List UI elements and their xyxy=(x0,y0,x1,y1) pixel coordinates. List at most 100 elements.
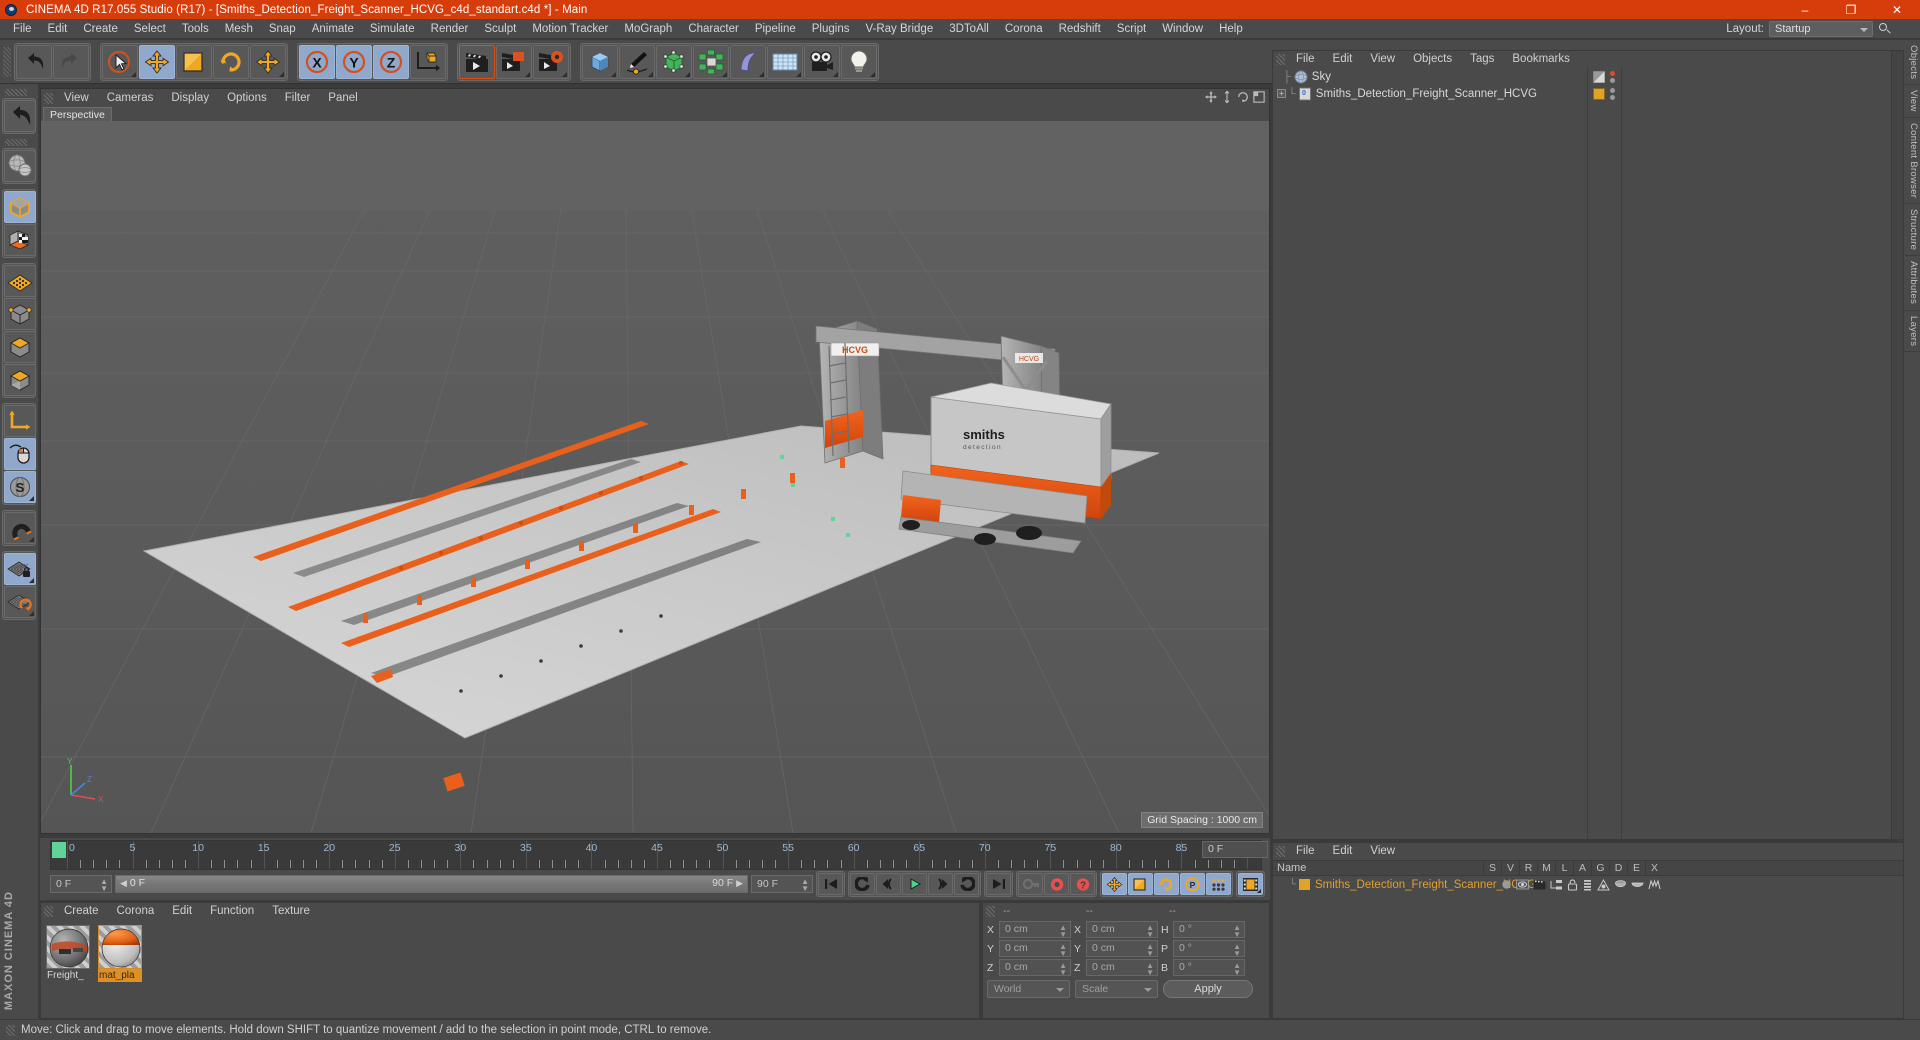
edges-mode-button[interactable] xyxy=(4,298,36,330)
column-header-x[interactable]: X xyxy=(1645,860,1663,876)
menu-motion-tracker[interactable]: Motion Tracker xyxy=(524,19,616,39)
menu-vray-bridge[interactable]: V-Ray Bridge xyxy=(857,19,941,39)
layer-color-swatch[interactable] xyxy=(1299,879,1310,890)
edge-tab-layers[interactable]: Layers xyxy=(1904,311,1920,352)
material-item[interactable]: mat_pla xyxy=(98,925,142,982)
spinner-icon[interactable]: ▲ ▼ xyxy=(1233,924,1241,939)
object-menu-objects[interactable]: Objects xyxy=(1404,51,1461,68)
material-item[interactable]: Freight_ xyxy=(46,925,90,982)
menu-create[interactable]: Create xyxy=(75,19,126,39)
menu-tools[interactable]: Tools xyxy=(174,19,217,39)
menu-3dtoall[interactable]: 3DToAll xyxy=(941,19,997,39)
undo-view-button[interactable] xyxy=(4,100,36,132)
pos-z-field[interactable]: 0 cm ▲ ▼ xyxy=(999,959,1071,977)
lock-y-axis[interactable]: Y xyxy=(336,44,372,79)
menu-help[interactable]: Help xyxy=(1211,19,1251,39)
object-manager-grip[interactable] xyxy=(1276,54,1285,65)
layer-row[interactable]: └ Smiths_Detection_Freight_Scanner_HCVG xyxy=(1273,876,1903,893)
material-menu-corona[interactable]: Corona xyxy=(108,903,164,920)
column-header-m[interactable]: M xyxy=(1537,860,1555,876)
lock-z-axis[interactable]: Z xyxy=(373,44,409,79)
object-visibility-dots[interactable] xyxy=(1610,87,1615,100)
column-header-d[interactable]: D xyxy=(1609,860,1627,876)
menu-pipeline[interactable]: Pipeline xyxy=(747,19,804,39)
column-header-a[interactable]: A xyxy=(1573,860,1591,876)
left-toolbar-grip-2[interactable] xyxy=(5,139,27,146)
spinner-icon[interactable]: ▲ ▼ xyxy=(1059,924,1067,939)
material-menu-create[interactable]: Create xyxy=(55,903,108,920)
left-toolbar-grip-1[interactable] xyxy=(5,89,27,96)
column-header-v[interactable]: V xyxy=(1501,860,1519,876)
render-settings-button[interactable] xyxy=(533,44,569,79)
spinner-icon[interactable]: ▲ ▼ xyxy=(1233,943,1241,958)
material-name[interactable]: Freight_ xyxy=(46,969,90,982)
object-menu-edit[interactable]: Edit xyxy=(1324,51,1362,68)
object-manager-scrollbar[interactable] xyxy=(1891,51,1903,839)
xref-icon[interactable] xyxy=(1648,878,1661,891)
object-menu-tags[interactable]: Tags xyxy=(1461,51,1503,68)
record-active-objects-button[interactable] xyxy=(1044,873,1069,895)
add-light-button[interactable] xyxy=(841,44,877,79)
viewport-canvas[interactable]: HCVG HCVG smiths detection Grid Spacing … xyxy=(41,121,1269,833)
menu-snap[interactable]: Snap xyxy=(261,19,304,39)
layer-color-swatch[interactable] xyxy=(1593,87,1605,100)
material-preview[interactable] xyxy=(46,925,90,969)
expand-toggle-icon[interactable]: + xyxy=(1277,89,1286,98)
menu-character[interactable]: Character xyxy=(680,19,747,39)
enable-axis-modification-button[interactable] xyxy=(4,438,36,470)
material-menu-edit[interactable]: Edit xyxy=(163,903,201,920)
render-view-button[interactable] xyxy=(459,44,495,79)
column-header-g[interactable]: G xyxy=(1591,860,1609,876)
record-scale-button[interactable] xyxy=(1128,873,1153,895)
coord-system-select[interactable]: World xyxy=(987,980,1070,998)
workplane-rotate-button[interactable] xyxy=(4,586,36,618)
toolbar-grip[interactable] xyxy=(3,46,11,77)
viewport-menu-view[interactable]: View xyxy=(55,89,98,107)
points-mode-button[interactable] xyxy=(4,265,36,297)
spinner-icon[interactable]: ▲ ▼ xyxy=(1146,924,1154,939)
add-nurbs-button[interactable] xyxy=(656,44,692,79)
edge-tab-content-browser[interactable]: Content Browser xyxy=(1904,118,1920,205)
rotate-tool[interactable] xyxy=(213,44,249,79)
timeline-current-frame-display[interactable]: 0 F xyxy=(1202,841,1268,858)
pos-x-field[interactable]: 0 cm ▲ ▼ xyxy=(999,921,1071,939)
deformers-icon[interactable] xyxy=(1614,879,1627,891)
viewport-menu-display[interactable]: Display xyxy=(162,89,218,107)
column-header-l[interactable]: L xyxy=(1555,860,1573,876)
add-cube-button[interactable] xyxy=(582,44,618,79)
material-preview[interactable] xyxy=(98,925,142,969)
current-frame-field[interactable]: 0 F ▲ ▼ xyxy=(50,875,112,893)
menu-mograph[interactable]: MoGraph xyxy=(616,19,680,39)
scale-view-icon[interactable] xyxy=(1221,91,1233,103)
scale-tool[interactable] xyxy=(176,44,212,79)
edge-tab-attributes[interactable]: Attributes xyxy=(1904,256,1920,311)
menu-plugins[interactable]: Plugins xyxy=(804,19,858,39)
size-z-field[interactable]: 0 cm ▲ ▼ xyxy=(1086,959,1158,977)
layer-manager-grip[interactable] xyxy=(1276,846,1285,857)
column-header-s[interactable]: S xyxy=(1483,860,1501,876)
coordinate-manager-grip[interactable] xyxy=(986,905,995,917)
universal-tool[interactable] xyxy=(250,44,286,79)
maximize-button[interactable]: ❐ xyxy=(1828,0,1874,19)
record-parameter-button[interactable] xyxy=(1206,873,1231,895)
render-clapper-icon[interactable] xyxy=(1533,879,1546,890)
manager-icon[interactable] xyxy=(1550,879,1563,890)
edge-tab-structure[interactable]: Structure xyxy=(1904,204,1920,257)
go-to-previous-frame-button[interactable] xyxy=(876,873,901,895)
add-spline-button[interactable] xyxy=(619,44,655,79)
record-pla-button[interactable]: P xyxy=(1180,873,1205,895)
expressions-icon[interactable] xyxy=(1631,879,1644,891)
go-to-end-button[interactable] xyxy=(986,873,1011,895)
material-name[interactable]: mat_pla xyxy=(98,969,142,982)
lock-icon[interactable] xyxy=(1567,878,1578,891)
animation-icon[interactable] xyxy=(1582,879,1593,891)
snap-magnet-button[interactable] xyxy=(4,512,36,544)
undo-button[interactable] xyxy=(16,44,52,79)
add-deformer-button[interactable] xyxy=(730,44,766,79)
status-bar-grip[interactable] xyxy=(6,1024,15,1036)
rot-p-field[interactable]: 0 ° ▲ ▼ xyxy=(1173,940,1245,958)
menu-window[interactable]: Window xyxy=(1154,19,1211,39)
object-menu-view[interactable]: View xyxy=(1361,51,1404,68)
menu-corona[interactable]: Corona xyxy=(997,19,1051,39)
size-x-field[interactable]: 0 cm ▲ ▼ xyxy=(1086,921,1158,939)
